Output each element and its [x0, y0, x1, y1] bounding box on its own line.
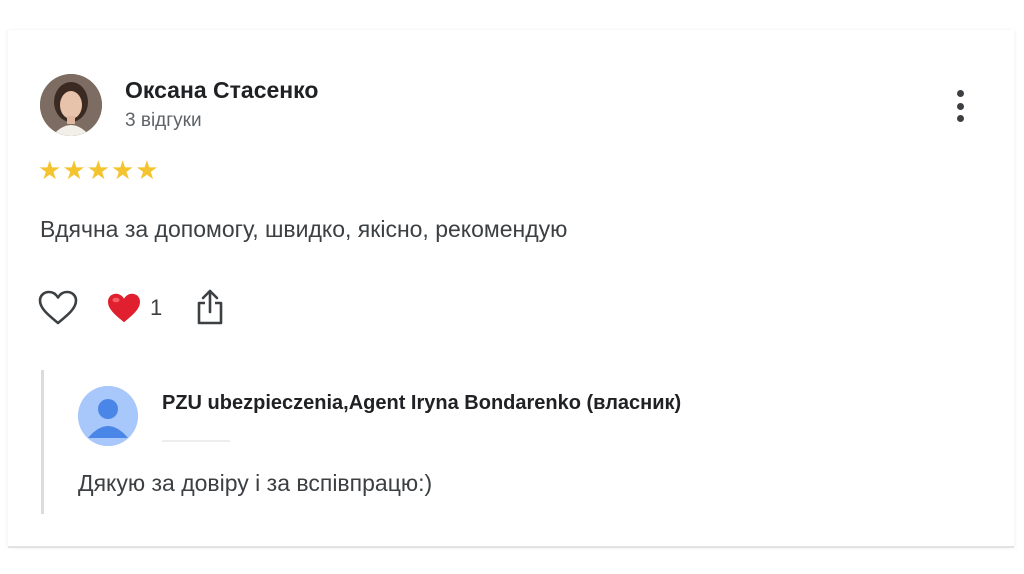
more-options-button[interactable] — [948, 88, 972, 124]
author-avatar[interactable] — [40, 74, 102, 136]
star-rating: ★ ★ ★ ★ ★ — [38, 157, 159, 183]
divider — [162, 440, 230, 442]
owner-reply: PZU ubezpieczenia,Agent Iryna Bondarenko… — [41, 370, 944, 514]
more-vert-icon — [956, 102, 964, 110]
review-actions: 1 — [38, 288, 258, 330]
heart-outline-icon[interactable] — [38, 290, 78, 331]
red-heart-emoji-icon[interactable] — [106, 292, 142, 329]
review-card: Оксана Стасенко 3 відгуки ★ ★ ★ ★ ★ Вдячна з… — [8, 30, 1014, 548]
review-text: Вдячна за допомогу, швидко, якісно, реко… — [40, 216, 568, 242]
star-icon: ★ — [38, 155, 62, 185]
star-icon: ★ — [135, 155, 159, 185]
owner-name: PZU ubezpieczenia,Agent Iryna Bondarenko… — [162, 392, 682, 414]
more-vert-icon — [956, 90, 964, 97]
star-icon: ★ — [110, 155, 135, 185]
more-vert-icon — [956, 115, 964, 122]
default-profile-icon — [78, 386, 138, 446]
author-photo-icon — [40, 74, 102, 136]
author-reviews-count[interactable]: 3 відгуки — [125, 110, 202, 132]
author-name[interactable]: Оксана Стасенко — [125, 77, 318, 104]
owner-avatar — [78, 386, 138, 446]
reaction-count: 1 — [150, 295, 163, 320]
star-icon: ★ — [62, 155, 86, 185]
owner-reply-text: Дякую за довіру і за вспівпрацю:) — [78, 470, 433, 496]
star-icon: ★ — [86, 155, 110, 185]
share-icon[interactable] — [196, 288, 224, 331]
